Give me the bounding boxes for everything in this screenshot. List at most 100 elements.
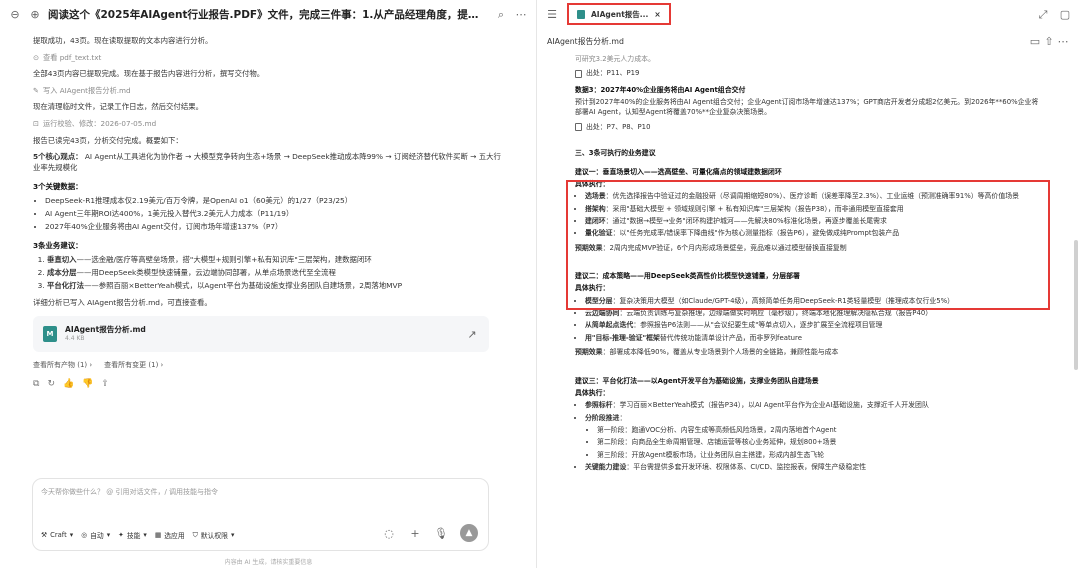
file-size: 4.4 KB: [65, 335, 85, 343]
list-item: 垂直切入——选金融/医疗等高壁垒场景，搭"大模型+规则引擎+私有知识库"三层架构…: [47, 255, 507, 266]
doc-heading: 数据3：2027年40%企业服务将由AI Agent组合交付: [575, 85, 746, 94]
item-bold: 建闭环: [585, 216, 606, 225]
share-icon[interactable]: ⇪: [101, 378, 109, 391]
chat-messages: 提取成功，43页。现在读取提取的文本内容进行分析。 ⊙ 查看 pdf_text.…: [0, 28, 537, 468]
list-item: 第一阶段：跑通VOC分析、内容生成等高频低风险场景，2周内落地首个Agent: [597, 425, 1044, 435]
chevron-down-icon: ▾: [106, 531, 111, 539]
toolbar-label: Craft: [50, 531, 67, 539]
close-icon[interactable]: ×: [654, 10, 660, 19]
message-text: 报告已读完43页，分析交付完成。概要如下：: [33, 135, 183, 145]
maximize-icon[interactable]: ▢: [1058, 7, 1072, 21]
list-item: 云边端协同：云端负责训练与复杂推理，边缘端做实时响应（毫秒级），终端本地化推理解…: [585, 308, 1044, 318]
item-bold: 模型分层: [585, 296, 613, 305]
item-bold: 成本分层: [47, 268, 77, 278]
tab-aiagent-report[interactable]: AIAgent报告... ×: [567, 3, 671, 25]
collapse-icon[interactable]: ⊖: [8, 7, 22, 21]
tool-label: 运行校验、修改：2026-07-05.md: [43, 119, 157, 129]
file-name: AIAgent报告分析.md: [65, 325, 146, 335]
list-item: 2027年40%企业服务将由AI Agent交付，订阅市场年增速137%（P7）: [45, 222, 507, 233]
thumbs-up-icon[interactable]: 👍: [63, 378, 74, 391]
item-text: ：复杂决策用大模型（如Claude/GPT-4级），高频简单任务用DeepSee…: [612, 296, 955, 305]
doc-list: 模型分层：复杂决策用大模型（如Claude/GPT-4级），高频简单任务用Dee…: [585, 296, 1044, 343]
add-attachment-icon[interactable]: +: [408, 526, 422, 540]
retry-icon[interactable]: ↻: [47, 378, 55, 391]
list-item: 第三阶段：开放Agent模板市场，让业务团队自主搭建，形成内部生态飞轮: [597, 450, 1044, 460]
item-text: ：部署成本降低90%，覆盖从专业场景到个人场景的全链路，兼顾性能与成本: [602, 348, 839, 357]
list-item: 平台化打法——参照百丽×BetterYeah模式，以Agent平台为基础设施支撑…: [47, 281, 507, 292]
tool-call[interactable]: ✎ 写入 AIAgent报告分析.md: [33, 86, 507, 96]
permission-button[interactable]: ⛉ 默认权限 ▾: [193, 530, 235, 541]
item-bold: 预期效果: [575, 348, 603, 357]
upload-icon[interactable]: ⇧: [1042, 34, 1056, 48]
document-header: AIAgent报告分析.md ▭ ⇧ ⋯: [537, 28, 1080, 54]
folder-icon[interactable]: ▭: [1028, 34, 1042, 48]
section-text: AI Agent从工具进化为协作者 → 大模型竞争转向生态+场景 → DeepS…: [33, 152, 501, 172]
list-item: 量化验证：以"任务完成率/错误率下降曲线"作为核心测量指标（报告P6），避免做成…: [585, 228, 1044, 238]
list-item: DeepSeek-R1推理成本仅2.19美元/百万令牌，是OpenAI o1（6…: [45, 196, 507, 207]
app-icon: ▦: [154, 531, 162, 539]
toolbar-label: 技能: [126, 532, 141, 540]
conversation-title: 阅读这个《2025年AIAgent行业报告.PDF》文件，完成三件事：1.从产品…: [48, 8, 488, 21]
list-item: AI Agent三年期ROI达400%，1美元投入替代3.2美元人力成本（P11…: [45, 209, 507, 220]
thumbs-down-icon[interactable]: 👎: [82, 378, 93, 391]
expand-icon[interactable]: ⤢: [1036, 7, 1050, 21]
copy-icon[interactable]: ⧉: [33, 378, 39, 391]
item-text: ：2周内完成MVP验证，6个月内形成场景壁垒，竞品难以通过模型替换直接复制: [602, 243, 847, 252]
more-icon[interactable]: ⋯: [514, 7, 528, 21]
item-text: ：通过"数据→模型→业务"闭环构建护城河——先解决80%标准化场景，再逐步覆盖长…: [605, 216, 887, 225]
suggestion-list: 垂直切入——选金融/医疗等高壁垒场景，搭"大模型+规则引擎+私有知识库"三层架构…: [47, 255, 507, 291]
chat-input-placeholder[interactable]: 今天帮你做些什么？ @ 引用对话文件，/ 调用技能与指令: [41, 487, 218, 497]
artifact-links: 查看所有产物 (1) › 查看所有变更 (1) ›: [33, 360, 507, 370]
tab-label: AIAgent报告...: [591, 9, 649, 19]
scrollbar[interactable]: [1074, 240, 1078, 370]
source-line: 出处：P11、P19: [575, 68, 1044, 78]
skills-icon: ✦: [118, 531, 124, 539]
more-icon[interactable]: ⋯: [1056, 34, 1070, 48]
microphone-icon[interactable]: 🎙: [434, 526, 448, 540]
file-card[interactable]: M AIAgent报告分析.md 4.4 KB ↗: [33, 316, 489, 353]
open-external-icon[interactable]: ↗: [465, 327, 479, 341]
doc-text: 可研究3.2美元人力成本。: [575, 55, 655, 63]
search-icon[interactable]: ⌕: [494, 7, 508, 21]
message-text: 提取成功，43页。现在读取提取的文本内容进行分析。: [33, 36, 213, 45]
item-text: ：平台需提供多套开发环境、权限体系、CI/CD、监控报表，保障生产级稳定性: [626, 463, 867, 472]
key-data-list: DeepSeek-R1推理成本仅2.19美元/百万令牌，是OpenAI o1（6…: [45, 196, 507, 232]
source-text: 出处：P7、P8、P10: [586, 122, 651, 131]
source-text: 出处：P11、P19: [586, 69, 640, 78]
doc-subheading: 具体执行：: [575, 179, 610, 188]
select-app-button[interactable]: ▦ 选应用: [155, 530, 185, 540]
section-title: 5个核心观点：: [33, 152, 83, 162]
tool-call[interactable]: ⊙ 查看 pdf_text.txt: [33, 53, 507, 63]
send-button[interactable]: ▲: [460, 524, 478, 542]
source-line: 出处：P7、P8、P10: [575, 122, 1044, 132]
item-bold: 云边端协同: [585, 309, 620, 318]
tool-call[interactable]: ⊡ 运行校验、修改：2026-07-05.md: [33, 119, 507, 129]
sidebar-toggle-icon[interactable]: ☰: [545, 7, 559, 21]
skills-button[interactable]: ✦ 技能 ▾: [118, 530, 147, 540]
item-text: ：优先选择报告中验证过的金融投研（尽调周期缩短80%）、医疗诊断（误差率降至2.…: [605, 192, 1019, 201]
add-icon[interactable]: ⊕: [28, 7, 42, 21]
markdown-file-icon: [577, 9, 585, 19]
craft-mode-button[interactable]: ⚒ Craft ▾: [41, 531, 73, 539]
document-pane: ☰ AIAgent报告... × ⤢ ▢ AIAgent报告分析.md ▭ ⇧ …: [537, 0, 1080, 568]
doc-text: 预期效果：2周内完成MVP验证，6个月内形成场景壁垒，竞品难以通过模型替换直接复…: [575, 243, 1044, 253]
item-bold: 预期效果: [575, 243, 603, 252]
chevron-down-icon: ▾: [143, 531, 147, 539]
write-icon: ✎: [33, 85, 40, 95]
chat-header: ⊖ ⊕ 阅读这个《2025年AIAgent行业报告.PDF》文件，完成三件事：1…: [0, 0, 536, 28]
list-item: 第二阶段：向商品全生命周期管理、店铺运营等核心业务延伸，规划800+场景: [597, 437, 1044, 447]
auto-mode-button[interactable]: ◎ 自动 ▾: [81, 530, 110, 540]
list-item: 建闭环：通过"数据→模型→业务"闭环构建护城河——先解决80%标准化场景，再逐步…: [585, 216, 1044, 226]
chat-input-box[interactable]: 今天帮你做些什么？ @ 引用对话文件，/ 调用技能与指令 ⚒ Craft ▾ ◎ 自动…: [32, 478, 489, 551]
chevron-down-icon: ▾: [230, 531, 235, 539]
view-changes-link[interactable]: 查看所有变更 (1) ›: [104, 360, 163, 370]
doc-text: 预计到2027年40%的企业服务将由AI Agent组合交付；企业Agent订阅…: [575, 98, 1039, 117]
ai-disclaimer: 内容由 AI 生成，请核实重要信息: [224, 559, 313, 566]
view-artifacts-link[interactable]: 查看所有产物 (1) ›: [33, 360, 92, 370]
item-text: ——选金融/医疗等高壁垒场景，搭"大模型+规则引擎+私有知识库"三层架构，建数据…: [76, 255, 372, 265]
summary-line: 5个核心观点： AI Agent从工具进化为协作者 → 大模型竞争转向生态+场景…: [33, 152, 507, 173]
list-item: 从简单起点迭代：参照报告P6法则——从"会议纪要生成"等单点切入，逐步扩展至全流…: [585, 320, 1044, 330]
list-item: 关键能力建设：平台需提供多套开发环境、权限体系、CI/CD、监控报表，保障生产级…: [585, 462, 1044, 472]
craft-icon: ⚒: [41, 531, 48, 539]
item-text: ：参照报告P6法则——从"会议纪要生成"等单点切入，逐步扩展至全流程项目管理: [633, 321, 883, 330]
